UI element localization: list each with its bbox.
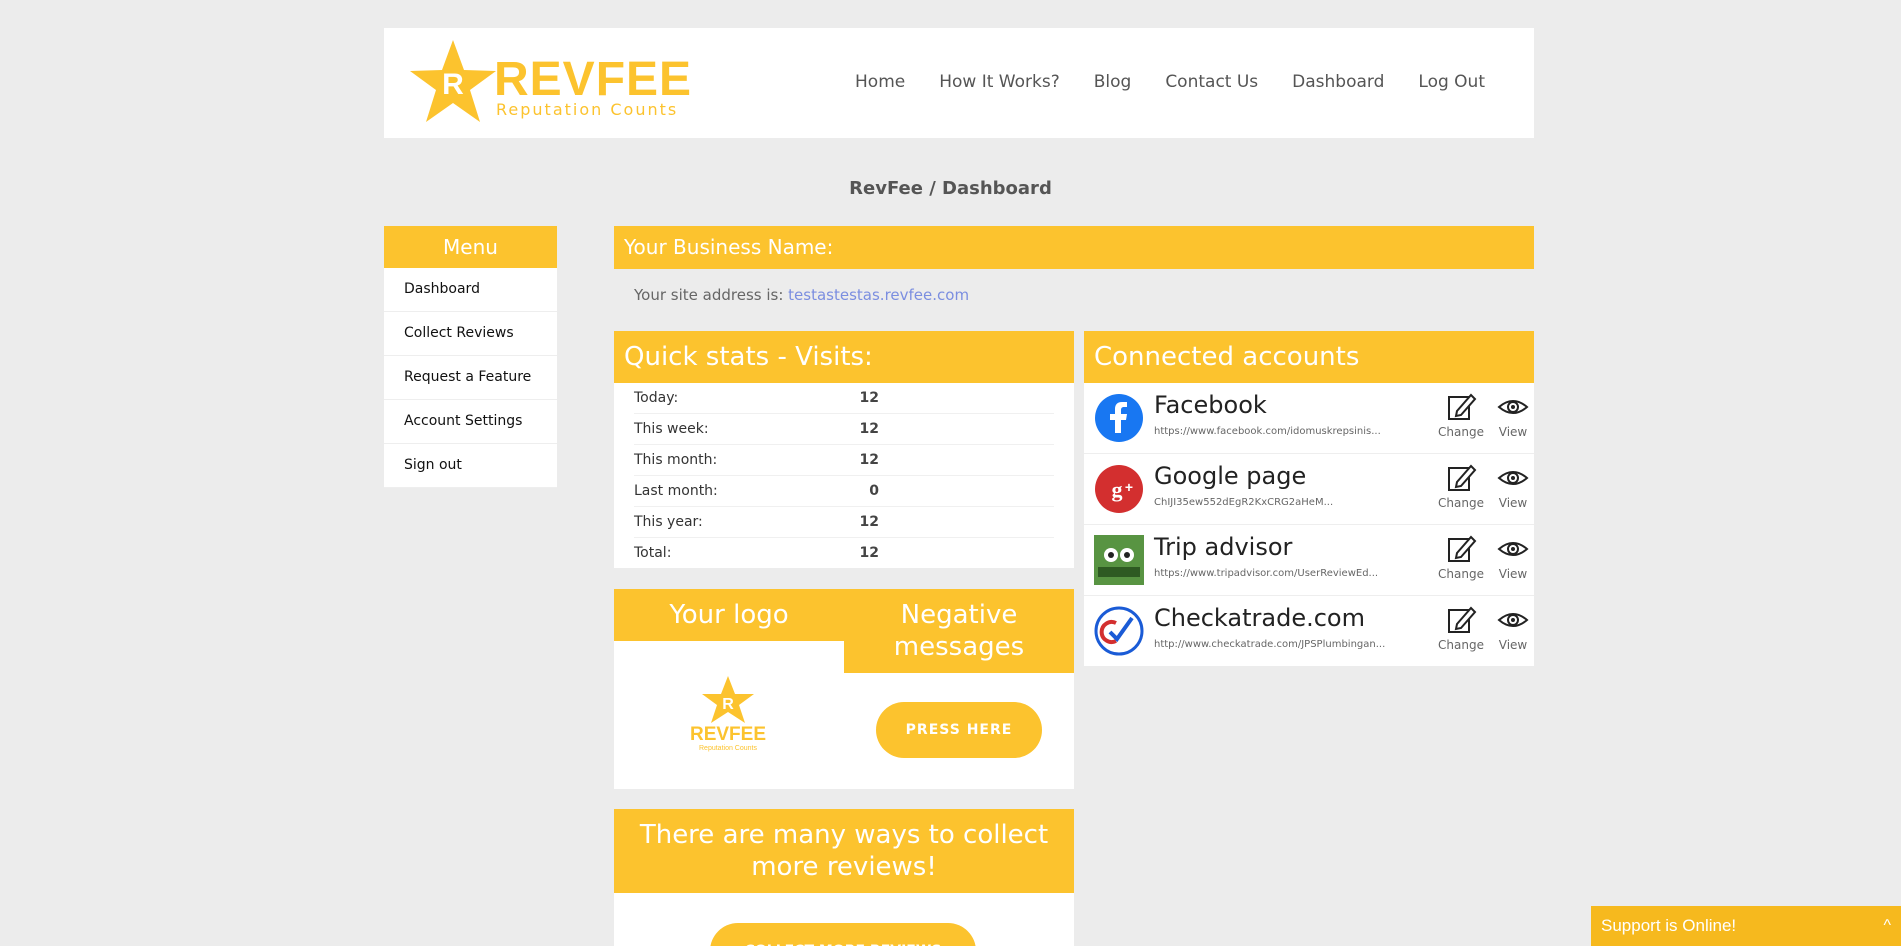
change-button[interactable]: Change [1436,462,1486,510]
edit-icon [1448,606,1477,633]
nav-blog[interactable]: Blog [1077,72,1149,92]
account-name: Checkatrade.com [1154,604,1365,632]
change-button[interactable]: Change [1436,604,1486,652]
nav-home[interactable]: Home [838,72,922,92]
stats-value: 0 [869,483,879,499]
edit-icon [1448,535,1477,562]
site-header: R REVFEE Reputation Counts Home How It W… [384,28,1534,138]
account-url: ChIJI35ew552dEgR2KxCRG2aHeM... [1154,497,1334,508]
stats-value: 12 [859,545,879,561]
stats-label: This week: [634,421,709,437]
nav-contact-us[interactable]: Contact Us [1148,72,1275,92]
main-nav: Home How It Works? Blog Contact Us Dashb… [838,72,1502,92]
site-address-label: Your site address is: [634,286,784,304]
brand-logo-icon[interactable]: R [408,38,498,130]
stats-label: This year: [634,514,703,530]
quick-stats-title: Quick stats - Visits: [614,331,1074,383]
stats-row: This month: 12 [634,445,1054,476]
sidebar-item-account-settings[interactable]: Account Settings [384,400,557,444]
collect-more-reviews-button[interactable]: COLLECT MORE REVIEWS [710,923,976,946]
svg-text:+: + [1125,479,1133,495]
stats-label: Last month: [634,483,718,499]
account-url: https://www.facebook.com/idomuskrepsinis… [1154,426,1381,437]
logo-negative-panel: Your logo Negative messages R REVFEE Rep… [614,589,1074,789]
edit-icon [1448,393,1477,420]
account-row-google: g + Google page ChIJI35ew552dEgR2KxCRG2a… [1084,454,1534,525]
view-button[interactable]: View [1488,604,1538,652]
stats-row: Total: 12 [634,538,1054,568]
stats-label: Today: [634,390,679,406]
stats-row: Today: 12 [634,383,1054,414]
view-button[interactable]: View [1488,533,1538,581]
sidebar-item-request-feature[interactable]: Request a Feature [384,356,557,400]
brand-tagline: Reputation Counts [496,100,679,119]
view-button[interactable]: View [1488,462,1538,510]
quick-stats-panel: Quick stats - Visits: Today: 12 This week… [614,331,1074,568]
stats-value: 12 [859,452,879,468]
connected-accounts-title: Connected accounts [1084,331,1534,383]
site-address: Your site address is: testastestas.revfe… [634,286,969,304]
stats-row: This year: 12 [634,507,1054,538]
stats-value: 12 [859,514,879,530]
stats-value: 12 [859,390,879,406]
stats-row: Last month: 0 [634,476,1054,507]
svg-text:g: g [1112,477,1123,502]
account-row-tripadvisor: Trip advisor https://www.tripadvisor.com… [1084,525,1534,596]
stats-value: 12 [859,421,879,437]
sidebar-item-sign-out[interactable]: Sign out [384,444,557,488]
account-row-facebook: Facebook https://www.facebook.com/idomus… [1084,383,1534,454]
many-ways-title: There are many ways to collect more revi… [614,809,1074,893]
eye-icon [1497,400,1529,414]
facebook-icon [1095,394,1143,442]
eye-icon [1497,471,1529,485]
checkatrade-icon [1094,606,1144,656]
stats-label: This month: [634,452,718,468]
nav-how-it-works[interactable]: How It Works? [922,72,1077,92]
account-row-checkatrade: Checkatrade.com http://www.checkatrade.c… [1084,596,1534,666]
site-address-link[interactable]: testastestas.revfee.com [788,286,969,304]
many-ways-panel: There are many ways to collect more revi… [614,809,1074,946]
support-label: Support is Online! [1601,916,1737,935]
menu-title: Menu [384,226,557,268]
logo-initial: R [722,696,734,713]
sidebar-menu: Menu Dashboard Collect Reviews Request a… [384,226,557,488]
eye-icon [1497,613,1529,627]
tripadvisor-icon [1094,535,1144,585]
business-logo: R REVFEE Reputation Counts [688,674,768,758]
business-name-header: Your Business Name: [614,226,1534,269]
nav-log-out[interactable]: Log Out [1401,72,1502,92]
eye-icon [1497,542,1529,556]
sidebar-item-dashboard[interactable]: Dashboard [384,268,557,312]
negative-messages-title: Negative messages [844,589,1074,673]
support-chat-widget[interactable]: Support is Online! ^ [1591,906,1901,946]
sidebar-item-collect-reviews[interactable]: Collect Reviews [384,312,557,356]
account-name: Google page [1154,462,1307,490]
account-name: Facebook [1154,391,1267,419]
logo-tagline: Reputation Counts [699,745,757,752]
change-button[interactable]: Change [1436,391,1486,439]
chevron-up-icon[interactable]: ^ [1883,906,1891,946]
google-plus-icon: g + [1095,465,1143,513]
logo-brand-name: REVFEE [690,724,766,745]
nav-dashboard[interactable]: Dashboard [1275,72,1401,92]
connected-accounts-panel: Connected accounts Facebook https://www.… [1084,331,1534,666]
account-name: Trip advisor [1154,533,1293,561]
your-logo-title: Your logo [614,589,844,641]
account-url: http://www.checkatrade.com/JPSPlumbingan… [1154,639,1386,650]
breadcrumb: RevFee / Dashboard [849,178,1052,199]
change-button[interactable]: Change [1436,533,1486,581]
stats-row: This week: 12 [634,414,1054,445]
edit-icon [1448,464,1477,491]
svg-text:R: R [442,68,464,101]
view-button[interactable]: View [1488,391,1538,439]
stats-label: Total: [634,545,672,561]
account-url: https://www.tripadvisor.com/UserReviewEd… [1154,568,1379,579]
press-here-button[interactable]: PRESS HERE [876,702,1042,758]
brand-name[interactable]: REVFEE [494,52,692,107]
